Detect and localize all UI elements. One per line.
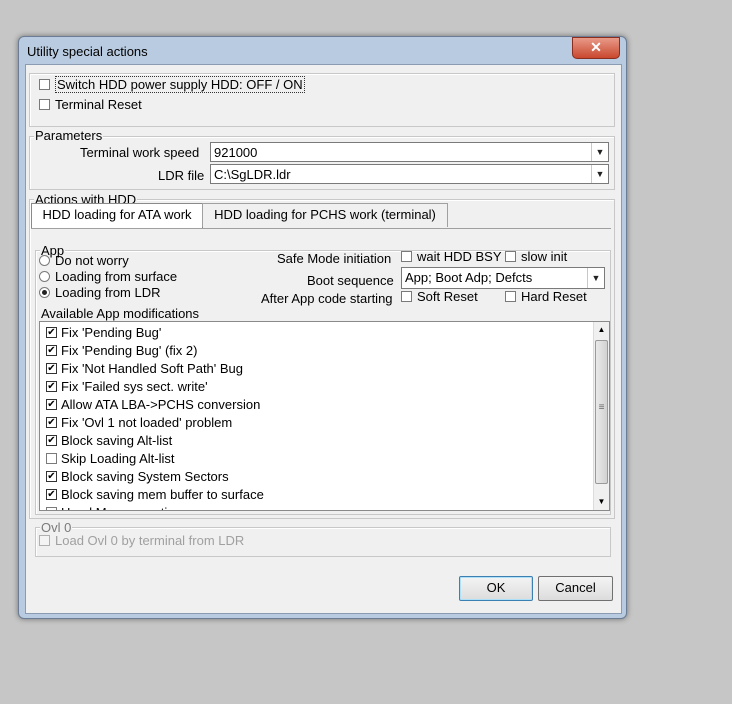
list-item-label: Block saving Alt-list [61, 433, 173, 448]
speed-label: Terminal work speed [80, 145, 200, 160]
check-icon[interactable]: ✔ [46, 327, 57, 339]
list-item[interactable]: ✔ Fix 'Pending Bug' (fix 2) [40, 342, 593, 360]
load-ovl0-checkbox[interactable] [39, 535, 50, 547]
list-item-label: Fix 'Pending Bug' [61, 325, 162, 340]
soft-reset-option[interactable]: Soft Reset [401, 289, 478, 305]
slow-init-label: slow init [521, 249, 568, 264]
safe-mode-label: Safe Mode initiation [277, 251, 392, 266]
list-item[interactable]: ✔ Block saving mem buffer to surface [40, 486, 593, 504]
modifications-listbox[interactable]: ✔ Fix 'Pending Bug' ✔ Fix 'Pending Bug' (fi… [39, 321, 610, 511]
wait-hdd-bsy-checkbox[interactable] [401, 251, 412, 263]
load-ovl0-label: Load Ovl 0 by terminal from LDR [55, 533, 245, 548]
terminal-reset-checkbox[interactable] [39, 99, 50, 111]
modifications-list: ✔ Fix 'Pending Bug' ✔ Fix 'Pending Bug' (fi… [40, 324, 593, 510]
scroll-up-icon[interactable]: ▲ [594, 322, 609, 338]
modifications-scrollbar[interactable]: ▲ ≡ ▼ [593, 322, 609, 510]
ok-button[interactable]: OK [459, 576, 533, 601]
check-icon[interactable]: ✔ [46, 381, 57, 393]
slow-init-checkbox[interactable] [505, 251, 516, 263]
tab-pchs-work-label: HDD loading for PCHS work (terminal) [214, 207, 436, 222]
terminal-reset-option[interactable]: Terminal Reset [39, 97, 142, 113]
list-item[interactable]: ✔ Fix 'Pending Bug' [40, 324, 593, 342]
modifications-label: Available App modifications [41, 306, 200, 321]
radio-loading-surface-label: Loading from surface [55, 269, 178, 284]
scroll-down-icon[interactable]: ▼ [594, 494, 609, 510]
slow-init-option[interactable]: slow init [505, 249, 567, 265]
hard-reset-checkbox[interactable] [505, 291, 516, 303]
speed-value: 921000 [214, 145, 258, 160]
chevron-down-icon[interactable]: ▼ [587, 268, 604, 288]
list-item-label: Head Map correction [61, 505, 182, 510]
radio-loading-surface-control[interactable] [39, 271, 50, 283]
cancel-button[interactable]: Cancel [538, 576, 613, 601]
terminal-reset-label: Terminal Reset [55, 97, 142, 112]
boot-sequence-combo[interactable]: App; Boot Adp; Defcts ▼ [401, 267, 605, 289]
tab-ata-work[interactable]: HDD loading for ATA work [31, 203, 203, 229]
scroll-thumb[interactable]: ≡ [595, 340, 608, 484]
boot-sequence-label: Boot sequence [307, 273, 394, 288]
scroll-grip-icon: ≡ [598, 402, 605, 413]
list-item-label: Fix 'Ovl 1 not loaded' problem [61, 415, 233, 430]
wait-hdd-bsy-label: wait HDD BSY [417, 249, 502, 264]
list-item[interactable]: Skip Loading Alt-list [40, 450, 593, 468]
radio-loading-ldr-label: Loading from LDR [55, 285, 161, 300]
list-item[interactable]: ✔ Block saving Alt-list [40, 432, 593, 450]
check-icon[interactable]: ✔ [46, 345, 57, 357]
check-icon[interactable]: ✔ [46, 435, 57, 447]
list-item[interactable]: Head Map correction [40, 504, 593, 510]
hard-reset-option[interactable]: Hard Reset [505, 289, 587, 305]
list-item[interactable]: ✔ Fix 'Not Handled Soft Path' Bug [40, 360, 593, 378]
soft-reset-checkbox[interactable] [401, 291, 412, 303]
ldr-value: C:\SgLDR.ldr [214, 167, 291, 182]
list-item-label: Fix 'Not Handled Soft Path' Bug [61, 361, 244, 376]
boot-sequence-value: App; Boot Adp; Defcts [405, 270, 533, 285]
list-item[interactable]: ✔ Allow ATA LBA->PCHS conversion [40, 396, 593, 414]
tab-divider [31, 228, 611, 229]
dialog-window: Utility special actions ✕ Switch HDD pow… [18, 36, 627, 619]
checkbox[interactable] [46, 453, 57, 465]
dialog-client-area: Switch HDD power supply HDD: OFF / ON Te… [25, 64, 622, 614]
list-item[interactable]: ✔ Block saving System Sectors [40, 468, 593, 486]
radio-loading-surface[interactable]: Loading from surface [39, 269, 177, 285]
radio-do-not-worry-control[interactable] [39, 255, 50, 267]
tab-pchs-work[interactable]: HDD loading for PCHS work (terminal) [202, 203, 448, 227]
power-supply-checkbox[interactable] [39, 79, 50, 91]
radio-do-not-worry[interactable]: Do not worry [39, 253, 129, 269]
list-item-label: Block saving mem buffer to surface [61, 487, 264, 502]
load-ovl0-option[interactable]: Load Ovl 0 by terminal from LDR [39, 533, 244, 549]
check-icon[interactable]: ✔ [46, 489, 57, 501]
ldr-combo[interactable]: C:\SgLDR.ldr ▼ [210, 164, 609, 184]
list-item[interactable]: ✔ Fix 'Ovl 1 not loaded' problem [40, 414, 593, 432]
list-item-label: Block saving System Sectors [61, 469, 229, 484]
speed-combo[interactable]: 921000 ▼ [210, 142, 609, 162]
parameters-group-label: Parameters [34, 128, 104, 143]
tab-ata-work-label: HDD loading for ATA work [42, 207, 192, 222]
check-icon[interactable]: ✔ [46, 399, 57, 411]
soft-reset-label: Soft Reset [417, 289, 478, 304]
radio-loading-ldr[interactable]: Loading from LDR [39, 285, 161, 301]
check-icon[interactable]: ✔ [46, 471, 57, 483]
radio-loading-ldr-control[interactable] [39, 287, 50, 299]
check-icon[interactable]: ✔ [46, 417, 57, 429]
list-item-label: Allow ATA LBA->PCHS conversion [61, 397, 261, 412]
list-item-label: Fix 'Pending Bug' (fix 2) [61, 343, 198, 358]
radio-do-not-worry-label: Do not worry [55, 253, 129, 268]
list-item-label: Fix 'Failed sys sect. write' [61, 379, 208, 394]
ldr-label: LDR file [158, 168, 205, 183]
wait-hdd-bsy-option[interactable]: wait HDD BSY [401, 249, 502, 265]
close-icon: ✕ [590, 39, 602, 55]
power-supply-label: Switch HDD power supply HDD: OFF / ON [55, 76, 305, 93]
window-title: Utility special actions [27, 44, 148, 59]
list-item[interactable]: ✔ Fix 'Failed sys sect. write' [40, 378, 593, 396]
close-button[interactable]: ✕ [572, 37, 620, 59]
chevron-down-icon[interactable]: ▼ [591, 143, 608, 161]
chevron-down-icon[interactable]: ▼ [591, 165, 608, 183]
checkbox[interactable] [46, 507, 57, 510]
after-app-label: After App code starting [261, 291, 393, 306]
power-supply-option[interactable]: Switch HDD power supply HDD: OFF / ON [39, 76, 305, 93]
hard-reset-label: Hard Reset [521, 289, 587, 304]
check-icon[interactable]: ✔ [46, 363, 57, 375]
list-item-label: Skip Loading Alt-list [61, 451, 175, 466]
